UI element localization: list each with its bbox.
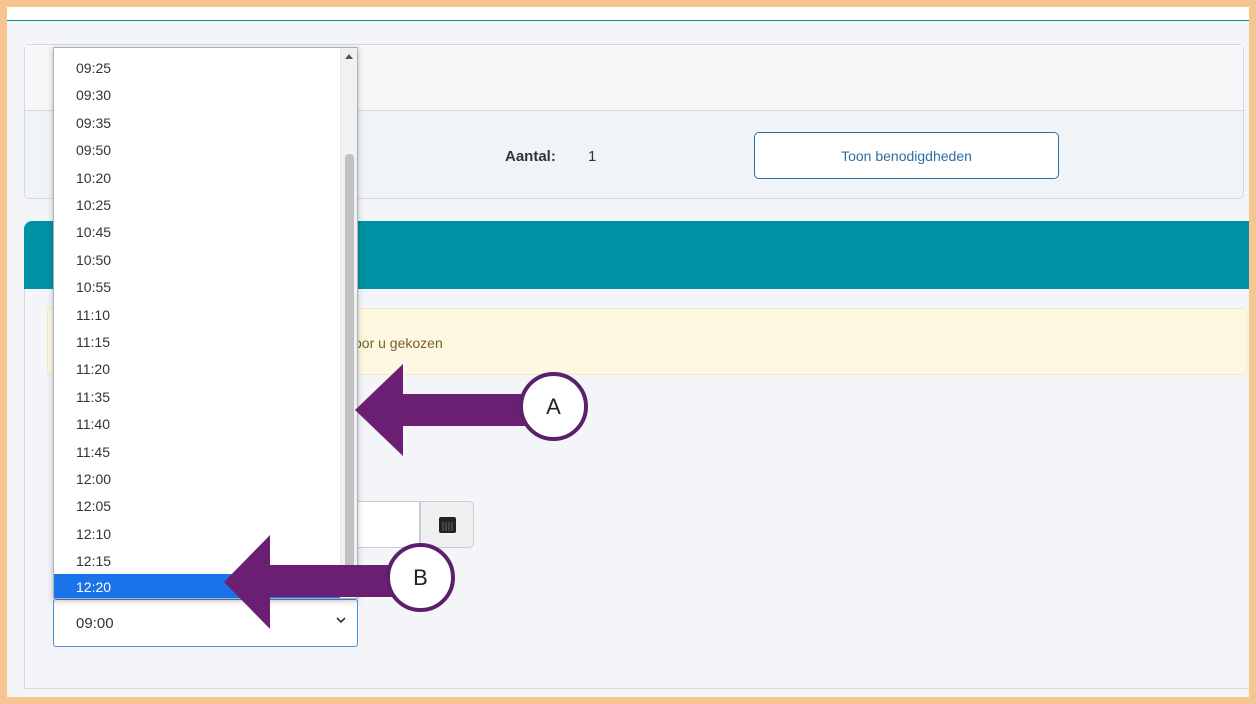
calendar-button[interactable] [420, 501, 474, 548]
arrow-b-icon [224, 535, 394, 629]
toon-benodigdheden-button[interactable]: Toon benodigdheden [754, 132, 1059, 179]
annotation-badge-b: B [386, 543, 455, 612]
dropdown-option[interactable]: 09:35 [54, 110, 341, 137]
dropdown-scrollbar[interactable] [340, 48, 357, 598]
aantal-value: 1 [588, 148, 597, 165]
arrow-a-icon [355, 364, 530, 456]
dropdown-option[interactable]: 11:35 [54, 384, 341, 411]
dropdown-option[interactable]: 10:50 [54, 247, 341, 274]
dropdown-option[interactable]: 09:30 [54, 82, 341, 109]
dropdown-option[interactable]: 11:15 [54, 329, 341, 356]
browser-page: Aantal: 1 Toon benodigdheden voor u geko… [7, 7, 1249, 697]
calendar-icon [439, 517, 456, 533]
time-select-value: 09:00 [76, 615, 114, 632]
aantal-label: Aantal: [505, 148, 556, 165]
annotation-badge-a: A [519, 372, 588, 441]
dropdown-option[interactable]: 10:25 [54, 192, 341, 219]
dropdown-option[interactable]: 10:55 [54, 274, 341, 301]
scroll-thumb[interactable] [345, 154, 354, 594]
dropdown-option[interactable]: 11:10 [54, 302, 341, 329]
dropdown-option[interactable]: 10:20 [54, 165, 341, 192]
top-bar [7, 7, 1249, 21]
dropdown-option[interactable]: 12:05 [54, 493, 341, 520]
dropdown-option[interactable]: 11:40 [54, 411, 341, 438]
time-dropdown-list[interactable]: 09:25 09:30 09:35 09:50 10:20 10:25 10:45 10:50… [53, 47, 358, 599]
dropdown-option[interactable]: 09:25 [54, 55, 341, 82]
dropdown-option[interactable]: 09:50 [54, 137, 341, 164]
dropdown-option[interactable]: 12:00 [54, 466, 341, 493]
alert-text: voor u gekozen [347, 335, 443, 351]
scroll-up-icon[interactable] [345, 54, 353, 59]
dropdown-option[interactable]: 11:45 [54, 439, 341, 466]
dropdown-option[interactable]: 10:45 [54, 219, 341, 246]
dropdown-option[interactable]: 11:20 [54, 356, 341, 383]
